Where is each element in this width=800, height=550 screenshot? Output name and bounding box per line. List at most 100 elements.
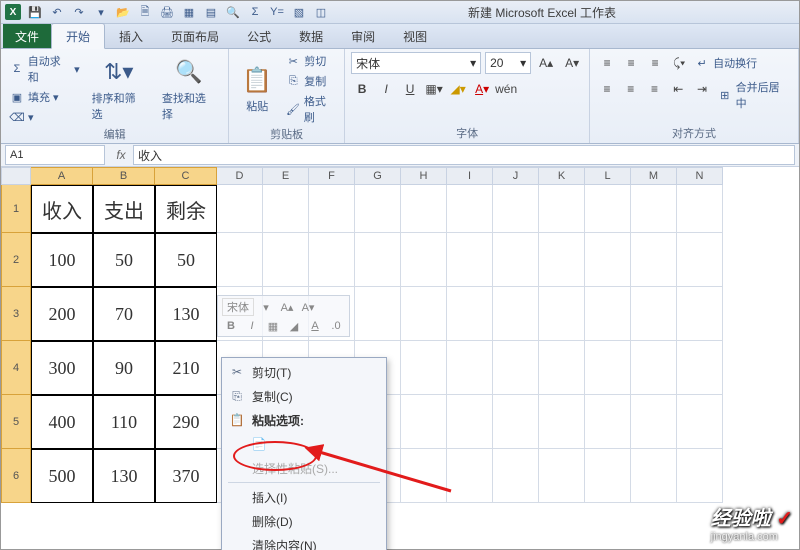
row-header-4[interactable]: 4 [1,341,31,395]
mini-shrink-font-icon[interactable]: A▾ [299,299,317,315]
mini-font-name[interactable]: 宋体 [222,298,254,316]
ctx-clear[interactable]: 清除内容(N) [224,533,384,550]
cell-L6[interactable] [585,449,631,503]
cell-G2[interactable] [355,233,401,287]
copy-button[interactable]: ⎘复制 [283,72,338,90]
cell-L4[interactable] [585,341,631,395]
cell-B4[interactable]: 90 [93,341,155,395]
cell-A1[interactable]: 收入 [31,185,93,233]
cell-H2[interactable] [401,233,447,287]
cell-H5[interactable] [401,395,447,449]
cell-J3[interactable] [493,287,539,341]
ctx-cut[interactable]: ✂剪切(T) [224,360,384,384]
name-box[interactable]: A1 [5,145,105,165]
cell-C1[interactable]: 剩余 [155,185,217,233]
cell-J5[interactable] [493,395,539,449]
fill-button[interactable]: ▣填充 ▾ [7,88,82,106]
cell-M1[interactable] [631,185,677,233]
cell-G3[interactable] [355,287,401,341]
cell-B2[interactable]: 50 [93,233,155,287]
ctx-delete[interactable]: 删除(D) [224,509,384,533]
cell-H6[interactable] [401,449,447,503]
col-header-I[interactable]: I [447,167,493,185]
align-right-icon[interactable]: ≡ [644,78,666,100]
fx-icon[interactable]: fx [109,148,133,162]
bold-icon[interactable]: B [351,78,373,100]
cell-D1[interactable] [217,185,263,233]
cell-K6[interactable] [539,449,585,503]
align-top-icon[interactable]: ≡ [596,52,618,74]
qat-more-icon[interactable]: ▾ [93,4,109,20]
cell-J4[interactable] [493,341,539,395]
cell-A3[interactable]: 200 [31,287,93,341]
cell-L1[interactable] [585,185,631,233]
cell-A4[interactable]: 300 [31,341,93,395]
tab-formula[interactable]: 公式 [233,24,285,48]
cell-A6[interactable]: 500 [31,449,93,503]
cell-F1[interactable] [309,185,355,233]
cell-I1[interactable] [447,185,493,233]
underline-icon[interactable]: U [399,78,421,100]
cell-L2[interactable] [585,233,631,287]
indent-inc-icon[interactable]: ⇥ [691,78,713,100]
col-header-N[interactable]: N [677,167,723,185]
font-size-select[interactable]: 20▾ [485,52,531,74]
wrap-text-button[interactable]: ↵自动换行 [692,52,759,74]
qat-icon-3[interactable]: 🔍 [225,4,241,20]
cell-H4[interactable] [401,341,447,395]
cell-F2[interactable] [309,233,355,287]
border-icon[interactable]: ▦▾ [423,78,445,100]
qat-icon-1[interactable]: ▦ [181,4,197,20]
cell-B6[interactable]: 130 [93,449,155,503]
align-bottom-icon[interactable]: ≡ [644,52,666,74]
orientation-icon[interactable]: ⤹▾ [668,52,690,74]
cell-K4[interactable] [539,341,585,395]
cell-N5[interactable] [677,395,723,449]
align-middle-icon[interactable]: ≡ [620,52,642,74]
col-header-E[interactable]: E [263,167,309,185]
ctx-paste-variant[interactable]: 📄 [224,432,384,456]
tab-home[interactable]: 开始 [51,23,105,49]
cell-K5[interactable] [539,395,585,449]
cell-J2[interactable] [493,233,539,287]
cell-L3[interactable] [585,287,631,341]
undo-icon[interactable]: ↶ [49,4,65,20]
row-header-3[interactable]: 3 [1,287,31,341]
col-header-L[interactable]: L [585,167,631,185]
cell-I3[interactable] [447,287,493,341]
font-name-select[interactable]: 宋体▾ [351,52,481,74]
open-icon[interactable]: 📂 [115,4,131,20]
cell-N6[interactable] [677,449,723,503]
qat-icon-5[interactable]: Y= [269,4,285,20]
qat-icon-4[interactable]: Σ [247,4,263,20]
cell-I5[interactable] [447,395,493,449]
select-all-corner[interactable] [1,167,31,185]
col-header-J[interactable]: J [493,167,539,185]
worksheet-grid[interactable]: ABCDEFGHIJKLMN 1收入支出剩余210050503200701304… [1,167,799,550]
row-header-6[interactable]: 6 [1,449,31,503]
tab-review[interactable]: 审阅 [337,24,389,48]
fill-color-icon[interactable]: ◢▾ [447,78,469,100]
ctx-insert[interactable]: 插入(I) [224,485,384,509]
new-icon[interactable]: 🗎 [137,4,153,20]
cell-M6[interactable] [631,449,677,503]
save-icon[interactable]: 💾 [27,4,43,20]
italic-icon[interactable]: I [375,78,397,100]
cell-C6[interactable]: 370 [155,449,217,503]
mini-fontcolor-icon[interactable]: A [306,318,324,334]
col-header-G[interactable]: G [355,167,401,185]
tab-insert[interactable]: 插入 [105,24,157,48]
qat-icon-2[interactable]: ▤ [203,4,219,20]
sort-filter-button[interactable]: ⇅▾ 排序和筛选 [86,54,152,124]
cell-B3[interactable]: 70 [93,287,155,341]
cell-G1[interactable] [355,185,401,233]
cell-M3[interactable] [631,287,677,341]
cell-C2[interactable]: 50 [155,233,217,287]
redo-icon[interactable]: ↷ [71,4,87,20]
mini-bold-icon[interactable]: B [222,318,240,334]
mini-fill-icon[interactable]: ◢ [285,318,303,334]
tab-file[interactable]: 文件 [3,24,51,48]
tab-layout[interactable]: 页面布局 [157,24,233,48]
cell-I2[interactable] [447,233,493,287]
cell-L5[interactable] [585,395,631,449]
